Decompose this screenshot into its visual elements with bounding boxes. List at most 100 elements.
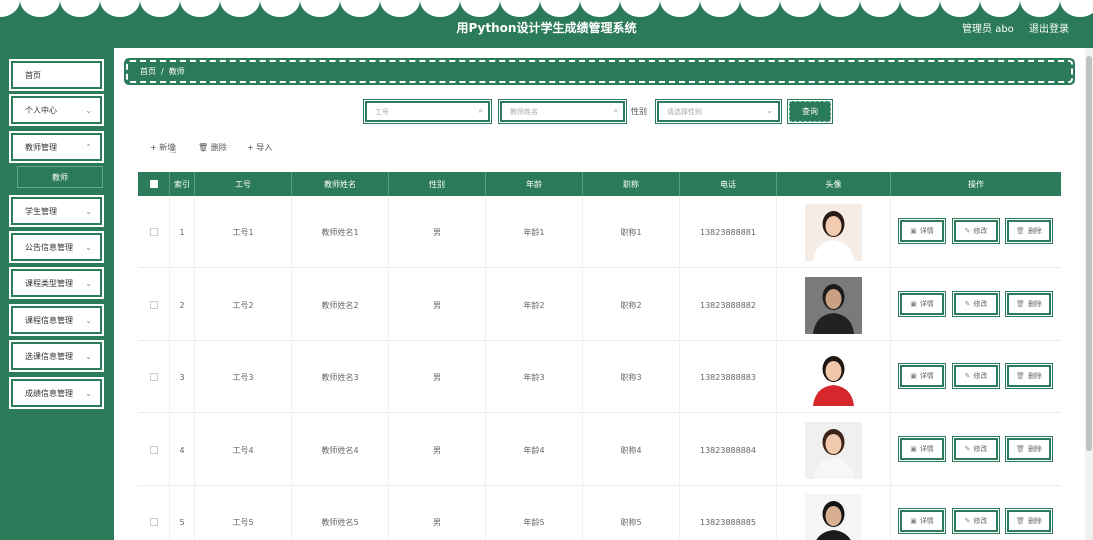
edit-button-label: 修改 [973,300,988,308]
sidebar-item-personal-center[interactable]: 个人中心 ⌄ [9,94,104,126]
logout-link[interactable]: 退出登录 [1029,24,1069,35]
sidebar-item-home[interactable]: 首页 [9,59,104,91]
detail-button[interactable]: ▣ 详情 [898,218,946,244]
avatar [805,276,862,334]
sidebar-subitem-teacher[interactable]: 教师 [17,166,103,188]
sidebar-item-student-management[interactable]: 学生管理 ⌄ [9,195,104,227]
cell-id: 工号2 [195,269,292,341]
sidebar-item-label: 选课信息管理 [25,351,73,361]
cell-title: 职称2 [583,269,680,341]
scallop-shape [460,0,500,17]
cell-index: 1 [170,196,195,268]
cell-phone: 13823888885 [680,486,777,540]
cell-phone: 13823888883 [680,341,777,413]
cell-age: 年龄2 [486,269,583,341]
chevron-down-icon: ⌄ [85,243,92,252]
trash-icon: 🗑 [1016,445,1025,453]
column-header-name: 教师姓名 [292,172,389,196]
delete-button-label: 删除 [1027,445,1042,453]
detail-button[interactable]: ▣ 详情 [898,436,946,462]
detail-button[interactable]: ▣ 详情 [898,363,946,389]
sidebar-item-enrollment-management[interactable]: 选课信息管理 ⌄ [9,340,104,372]
breadcrumb-inner: 首页 / 教师 [126,60,1073,83]
main-content: 首页 / 教师 工号 ⌕ 教师姓名 ⌕ 性别 请选择性别 ⌄ 查询 + 新增 ☝… [114,48,1085,540]
row-checkbox[interactable] [138,414,170,486]
sidebar-item-label: 课程类型管理 [25,278,73,288]
checkbox-box [149,228,158,236]
hand-cursor-icon: ☝ [170,143,177,156]
edit-button[interactable]: ✎ 修改 [952,291,1000,317]
scallop-shape [220,0,260,17]
chevron-down-icon: ⌄ [85,207,92,216]
scallop-shape [0,0,20,17]
delete-button[interactable]: 🗑 删除 [1005,363,1053,389]
delete-button[interactable]: 🗑 删除 [1005,508,1053,534]
scallop-shape [260,0,300,17]
cell-name: 教师姓名2 [292,269,389,341]
avatar [805,493,862,540]
delete-button[interactable]: 🗑 删除 [1005,218,1053,244]
row-checkbox[interactable] [138,196,170,268]
sidebar-item-teacher-management[interactable]: 教师管理 ⌃ [9,131,104,163]
vertical-scrollbar[interactable] [1085,48,1093,540]
teacher-id-search-input[interactable]: 工号 ⌕ [363,99,492,124]
edit-button[interactable]: ✎ 修改 [952,363,1000,389]
chevron-up-icon: ⌃ [85,143,92,152]
chevron-down-icon: ⌄ [85,106,92,115]
cell-title: 职称1 [583,196,680,268]
cell-id: 工号3 [195,341,292,413]
edit-button[interactable]: ✎ 修改 [952,218,1000,244]
cell-name: 教师姓名5 [292,486,389,540]
document-icon: ▣ [910,300,917,308]
cell-avatar [777,196,891,268]
sidebar-item-course-type-management[interactable]: 课程类型管理 ⌄ [9,267,104,299]
table-row: 3 工号3 教师姓名3 男年龄3 职称3 13823888883 ▣ 详情 ✎ 修改 🗑 删除 [138,341,1061,413]
scallop-shape [700,0,740,17]
delete-button[interactable]: 🗑 删除 [1005,436,1053,462]
scallop-shape [300,0,340,17]
cell-name: 教师姓名3 [292,341,389,413]
cell-gender: 男 [389,196,486,268]
sidebar-item-grade-management[interactable]: 成绩信息管理 ⌄ [9,377,104,409]
import-button[interactable]: + 导入 [247,142,272,153]
select-all-checkbox[interactable] [138,172,170,196]
edit-button[interactable]: ✎ 修改 [952,436,1000,462]
row-checkbox[interactable] [138,486,170,540]
cell-actions: ▣ 详情 ✎ 修改 🗑 删除 [891,196,1061,268]
sidebar-item-label: 个人中心 [25,105,57,115]
cell-gender: 男 [389,486,486,540]
detail-button-label: 详情 [919,372,934,380]
edit-button[interactable]: ✎ 修改 [952,508,1000,534]
row-checkbox[interactable] [138,269,170,341]
scallop-shape [780,0,820,17]
breadcrumb-home[interactable]: 首页 [140,66,156,77]
detail-button[interactable]: ▣ 详情 [898,508,946,534]
trash-icon: 🗑 [198,143,211,152]
scrollbar-thumb[interactable] [1086,56,1092,451]
row-checkbox[interactable] [138,341,170,413]
gender-select[interactable]: 请选择性别 ⌄ [655,99,782,124]
avatar [805,421,862,479]
bulk-delete-button[interactable]: 🗑 删除 [198,142,227,153]
gender-label: 性别 [631,107,647,116]
detail-button[interactable]: ▣ 详情 [898,291,946,317]
cell-actions: ▣ 详情 ✎ 修改 🗑 删除 [891,269,1061,341]
breadcrumb-current: 教师 [168,67,185,76]
cell-age: 年龄3 [486,341,583,413]
checkbox-box [149,446,158,454]
delete-button[interactable]: 🗑 删除 [1005,291,1053,317]
cell-avatar [777,269,891,341]
scallop-shape [380,0,420,17]
sidebar-item-course-info-management[interactable]: 课程信息管理 ⌄ [9,304,104,336]
cell-phone: 13823888882 [680,269,777,341]
query-button[interactable]: 查询 [787,99,833,124]
column-header-gender: 性别 [389,172,486,196]
pencil-icon: ✎ [964,227,971,235]
delete-button-label: 删除 [1027,300,1042,308]
scallop-shape [660,0,700,17]
column-header-phone: 电话 [680,172,777,196]
gender-select-placeholder: 请选择性别 [667,107,702,116]
sidebar-item-notice-management[interactable]: 公告信息管理 ⌄ [9,231,104,263]
teacher-name-search-input[interactable]: 教师姓名 ⌕ [498,99,627,124]
sidebar: 首页 个人中心 ⌄ 教师管理 ⌃ 教师 学生管理 ⌄ 公告信息管理 ⌄ 课程类型管理 ⌄ … [0,48,114,540]
